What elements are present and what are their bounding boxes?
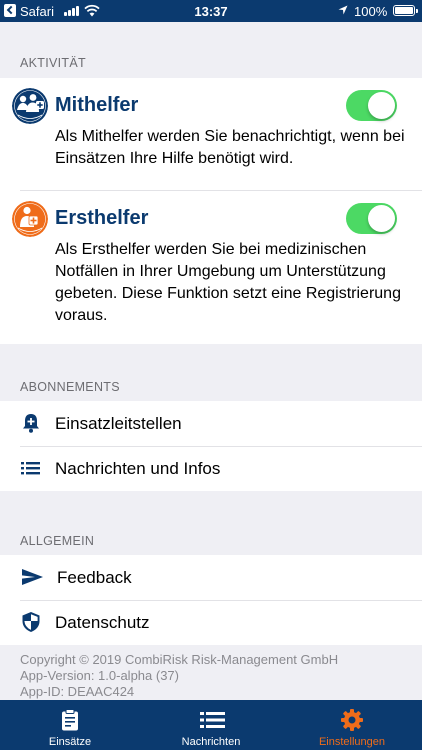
divider — [20, 190, 422, 191]
app-id-text: App-ID: DEAAC424 — [20, 684, 135, 699]
activity-group: Mithelfer Als Mithelfer werden Sie benac… — [0, 78, 422, 344]
list-item-datenschutz[interactable]: Datenschutz — [0, 600, 422, 645]
copyright-text: Copyright © 2019 CombiRisk Risk-Manageme… — [20, 652, 339, 667]
tab-bar: Einsätze Nachrichten Einstellungen — [0, 700, 422, 750]
ersthelfer-toggle[interactable] — [346, 203, 397, 234]
mithelfer-description: Als Mithelfer werden Sie benachrichtigt,… — [55, 128, 405, 167]
tab-nachrichten[interactable]: Nachrichten — [141, 700, 281, 750]
ersthelfer-description: Als Ersthelfer werden Sie bei medizinisc… — [55, 241, 401, 324]
status-bar: Safari 13:37 100% — [0, 0, 422, 22]
list-icon — [21, 462, 40, 475]
list-item-label: Feedback — [57, 568, 132, 587]
toggle-knob — [368, 92, 395, 119]
tab-einstellungen[interactable]: Einstellungen — [282, 700, 422, 750]
ersthelfer-title: Ersthelfer — [55, 207, 149, 229]
mithelfer-toggle[interactable] — [346, 90, 397, 121]
toggle-knob — [368, 205, 395, 232]
section-header-activity: AKTIVITÄT — [20, 56, 86, 70]
ersthelfer-logo-icon — [12, 201, 48, 237]
bell-plus-icon — [23, 414, 39, 433]
list-icon — [200, 712, 225, 728]
list-item-einsatzleitstellen[interactable]: Einsatzleitstellen — [0, 401, 422, 446]
tab-label: Einstellungen — [318, 736, 386, 748]
subscriptions-group: Einsatzleitstellen Nachrichten und Infos — [0, 401, 422, 491]
clipboard-icon — [62, 709, 78, 731]
section-header-general: ALLGEMEIN — [20, 534, 95, 548]
section-header-subscriptions: ABONNEMENTS — [20, 380, 120, 394]
list-item-label: Datenschutz — [55, 613, 150, 632]
tab-einsaetze[interactable]: Einsätze — [0, 700, 140, 750]
list-item-nachrichten-und-infos[interactable]: Nachrichten und Infos — [0, 446, 422, 491]
mithelfer-row: Mithelfer Als Mithelfer werden Sie benac… — [0, 88, 422, 198]
mithelfer-title: Mithelfer — [55, 94, 139, 116]
location-arrow-icon — [338, 5, 348, 15]
battery-icon — [393, 5, 418, 16]
tab-label: Einsätze — [48, 736, 92, 748]
list-item-label: Einsatzleitstellen — [55, 414, 182, 433]
battery-percentage: 100% — [354, 4, 388, 19]
mithelfer-logo-icon — [12, 88, 48, 124]
tab-label: Nachrichten — [181, 736, 241, 748]
general-group: Feedback Datenschutz — [0, 555, 422, 645]
app-info: Copyright © 2019 CombiRisk Risk-Manageme… — [20, 652, 338, 700]
list-item-label: Nachrichten und Infos — [55, 459, 221, 478]
list-item-feedback[interactable]: Feedback — [0, 555, 422, 600]
app-version-text: App-Version: 1.0-alpha (37) — [20, 668, 179, 683]
gear-icon — [341, 709, 363, 731]
shield-icon — [22, 612, 40, 632]
send-icon — [22, 569, 43, 585]
ersthelfer-row: Ersthelfer Als Ersthelfer werden Sie bei… — [0, 201, 422, 341]
